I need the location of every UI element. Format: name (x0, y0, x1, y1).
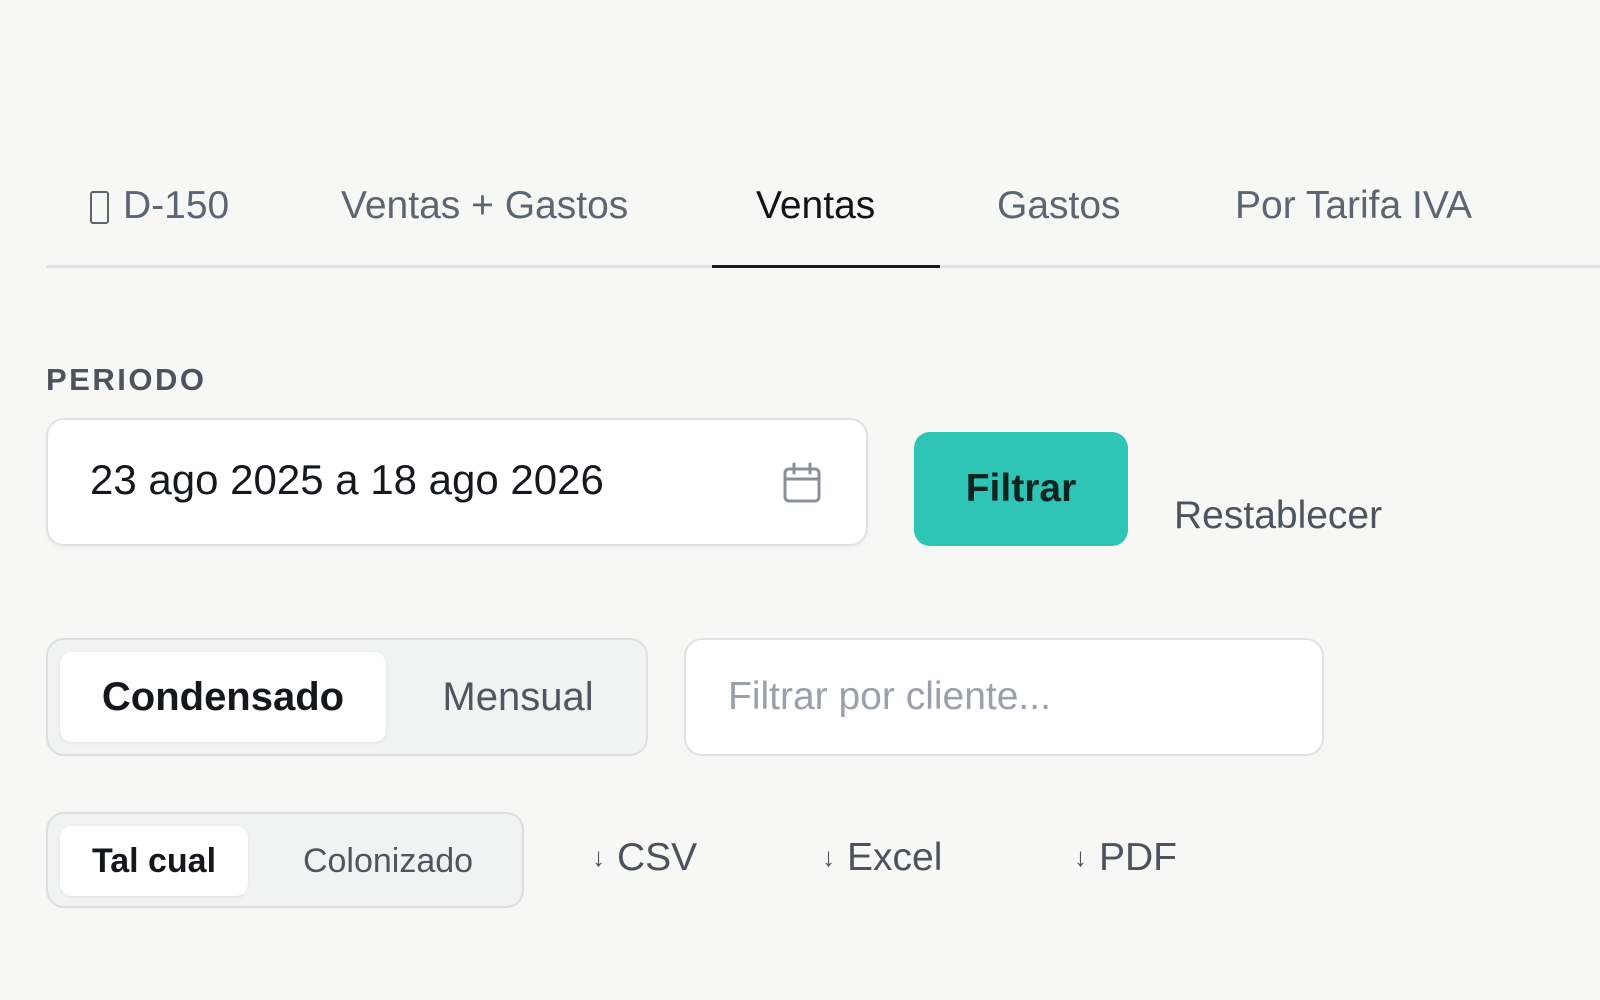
report-page: D-150 Ventas + Gastos Ventas Gastos Por … (0, 0, 1600, 1000)
mode-option-colonizado[interactable]: Colonizado (278, 826, 498, 896)
tab-ventas-gastos[interactable]: Ventas + Gastos (341, 178, 628, 268)
date-range-picker[interactable]: 23 ago 2025 a 18 ago 2026 (46, 418, 868, 546)
tab-por-tarifa-iva[interactable]: Por Tarifa IVA (1235, 178, 1472, 268)
reset-link[interactable]: Restablecer (1174, 494, 1382, 538)
export-label: Excel (847, 836, 943, 879)
calendar-icon (783, 462, 821, 503)
export-label: PDF (1099, 836, 1177, 879)
tab-label: Ventas (756, 184, 876, 227)
view-toggle: Condensado Mensual (46, 638, 648, 756)
active-tab-indicator (712, 265, 940, 268)
tab-gastos[interactable]: Gastos (997, 178, 1121, 268)
view-option-condensado[interactable]: Condensado (60, 652, 386, 742)
date-range-value: 23 ago 2025 a 18 ago 2026 (90, 456, 604, 503)
export-excel-button[interactable]: ↓ Excel (822, 836, 942, 880)
download-arrow-icon: ↓ (1074, 842, 1087, 872)
document-icon (90, 191, 109, 224)
export-pdf-button[interactable]: ↓ PDF (1074, 836, 1177, 880)
export-csv-button[interactable]: ↓ CSV (592, 836, 697, 880)
mode-option-tal-cual[interactable]: Tal cual (60, 826, 248, 896)
filter-button[interactable]: Filtrar (914, 432, 1128, 546)
tab-d150[interactable]: D-150 (90, 178, 229, 268)
tab-label: Ventas + Gastos (341, 184, 629, 227)
client-filter-input[interactable] (684, 638, 1324, 756)
report-tabs: D-150 Ventas + Gastos Ventas Gastos Por … (46, 178, 1600, 268)
mode-toggle: Tal cual Colonizado (46, 812, 524, 908)
tab-label: Gastos (997, 184, 1121, 227)
download-arrow-icon: ↓ (822, 842, 835, 872)
tab-label: Por Tarifa IVA (1235, 184, 1472, 227)
tab-ventas[interactable]: Ventas (756, 178, 875, 268)
export-label: CSV (617, 836, 698, 879)
periodo-label: PERIODO (46, 362, 207, 397)
tab-label: D-150 (123, 184, 230, 227)
view-option-mensual[interactable]: Mensual (418, 652, 618, 742)
download-arrow-icon: ↓ (592, 842, 605, 872)
